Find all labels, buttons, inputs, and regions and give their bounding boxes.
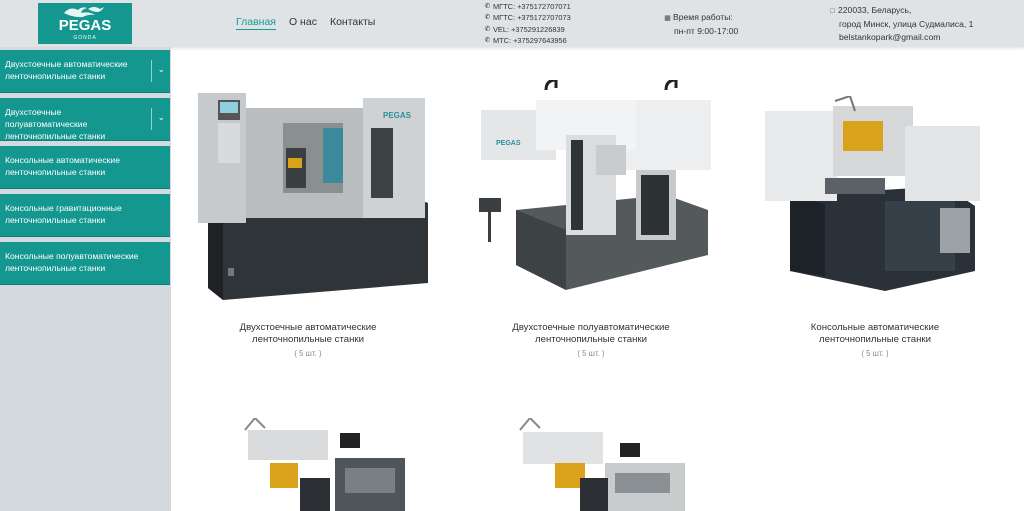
hours-label: Время работы: xyxy=(673,12,733,22)
contact-address: □ 220033, Беларусь, город Минск, улица Су… xyxy=(828,4,973,44)
nav-about-link[interactable]: О нас xyxy=(289,16,317,30)
product-title-line-2[interactable]: ленточнопильные станки xyxy=(785,334,965,346)
phone-row: ✆ МГТС: +375172707071 xyxy=(483,1,571,12)
chevron-down-icon[interactable]: ⌄ xyxy=(157,111,165,123)
phone-number[interactable]: МГТС: +375172707071 xyxy=(493,1,571,12)
product-title-line-1[interactable]: Двухстоечные автоматические xyxy=(218,322,398,334)
phone-icon: ✆ xyxy=(484,14,491,22)
chat-icon: □ xyxy=(830,8,835,15)
address-line-1: 220033, Беларусь, xyxy=(838,5,912,15)
product-image-double-auto[interactable]: PEGAS xyxy=(188,68,433,303)
svg-text:PEGAS: PEGAS xyxy=(496,140,521,147)
sidebar-item-label: Двухстоечные автоматические ленточнопиль… xyxy=(5,59,128,81)
product-card-double-semiauto[interactable]: Двухстоечные полуавтоматические ленточно… xyxy=(496,322,686,358)
product-title-line-2[interactable]: ленточнопильные станки xyxy=(218,334,398,346)
phone-number[interactable]: VEL: +375291226839 xyxy=(493,24,565,35)
product-card-double-auto[interactable]: Двухстоечные автоматические ленточнопиль… xyxy=(218,322,398,358)
sidebar-item-console-auto[interactable]: Консольные автоматические ленточнопильны… xyxy=(0,146,170,189)
phone-icon: ✆ xyxy=(484,36,491,44)
svg-text:PEGAS: PEGAS xyxy=(383,111,412,120)
phone-number[interactable]: МГТС: +375172707073 xyxy=(493,12,571,23)
sidebar-item-double-auto[interactable]: Двухстоечные автоматические ленточнопиль… xyxy=(0,50,170,93)
product-title-line-2[interactable]: ленточнопильные станки xyxy=(496,334,686,346)
product-image-console-gravity[interactable] xyxy=(240,418,415,511)
product-image-console-auto[interactable] xyxy=(765,96,985,292)
hours-value: пн-пт 9:00-17:00 xyxy=(674,26,739,36)
address-line-2: город Минск, улица Судмалиса, 1 xyxy=(839,19,974,29)
divider xyxy=(151,108,152,130)
phone-number[interactable]: МТС: +375297643956 xyxy=(493,35,567,46)
building-icon: ▦ xyxy=(664,15,671,22)
svg-text:GONDA: GONDA xyxy=(73,35,96,41)
working-hours: ▦ Время работы: пн-пт 9:00-17:00 xyxy=(663,11,738,38)
site-header: PEGAS GONDA Главная О нас Контакты ✆ МГТС… xyxy=(0,0,1024,47)
sidebar-item-double-semiauto[interactable]: Двухстоечные полуавтоматические ленточно… xyxy=(0,98,170,141)
product-count: ( 5 шт. ) xyxy=(577,349,605,358)
phone-list: ✆ МГТС: +375172707071 ✆ МГТС: +37517270707… xyxy=(483,1,571,46)
sidebar-item-console-semiauto[interactable]: Консольные полуавтоматические ленточнопи… xyxy=(0,242,170,285)
product-count: ( 5 шт. ) xyxy=(294,349,322,358)
nav-home-link[interactable]: Главная xyxy=(236,16,276,30)
sidebar-item-label: Консольные гравитационные ленточнопильны… xyxy=(5,203,122,225)
svg-text:PEGAS: PEGAS xyxy=(59,17,112,34)
sidebar-item-label: Двухстоечные полуавтоматические ленточно… xyxy=(5,107,106,141)
divider xyxy=(151,60,152,82)
pegasus-logo-icon: PEGAS GONDA xyxy=(59,7,112,41)
product-card-console-auto[interactable]: Консольные автоматические ленточнопильны… xyxy=(785,322,965,358)
product-title-line-1[interactable]: Двухстоечные полуавтоматические xyxy=(496,322,686,334)
product-count: ( 5 шт. ) xyxy=(861,349,889,358)
phone-icon: ✆ xyxy=(484,3,491,10)
phone-row: ✆ VEL: +375291226839 xyxy=(483,24,571,35)
product-image-double-semiauto[interactable]: PEGAS xyxy=(476,80,716,295)
main-nav: Главная О нас Контакты xyxy=(236,16,375,30)
phone-icon: ✆ xyxy=(484,25,491,33)
product-image-console-semiauto[interactable] xyxy=(515,418,690,511)
sidebar-item-label: Консольные автоматические ленточнопильны… xyxy=(5,155,120,177)
category-sidebar: Двухстоечные автоматические ленточнопиль… xyxy=(0,47,171,511)
email-link[interactable]: belstankopark@gmail.com xyxy=(828,31,973,44)
nav-contacts-link[interactable]: Контакты xyxy=(330,16,375,30)
phone-row: ✆ МГТС: +375172707073 xyxy=(483,12,571,23)
sidebar-item-console-gravity[interactable]: Консольные гравитационные ленточнопильны… xyxy=(0,194,170,237)
sidebar-item-label: Консольные полуавтоматические ленточнопи… xyxy=(5,251,139,273)
logo[interactable]: PEGAS GONDA xyxy=(38,3,132,44)
phone-row: ✆ МТС: +375297643956 xyxy=(483,35,571,46)
chevron-down-icon[interactable]: ⌄ xyxy=(157,63,165,75)
product-title-line-1[interactable]: Консольные автоматические xyxy=(785,322,965,334)
